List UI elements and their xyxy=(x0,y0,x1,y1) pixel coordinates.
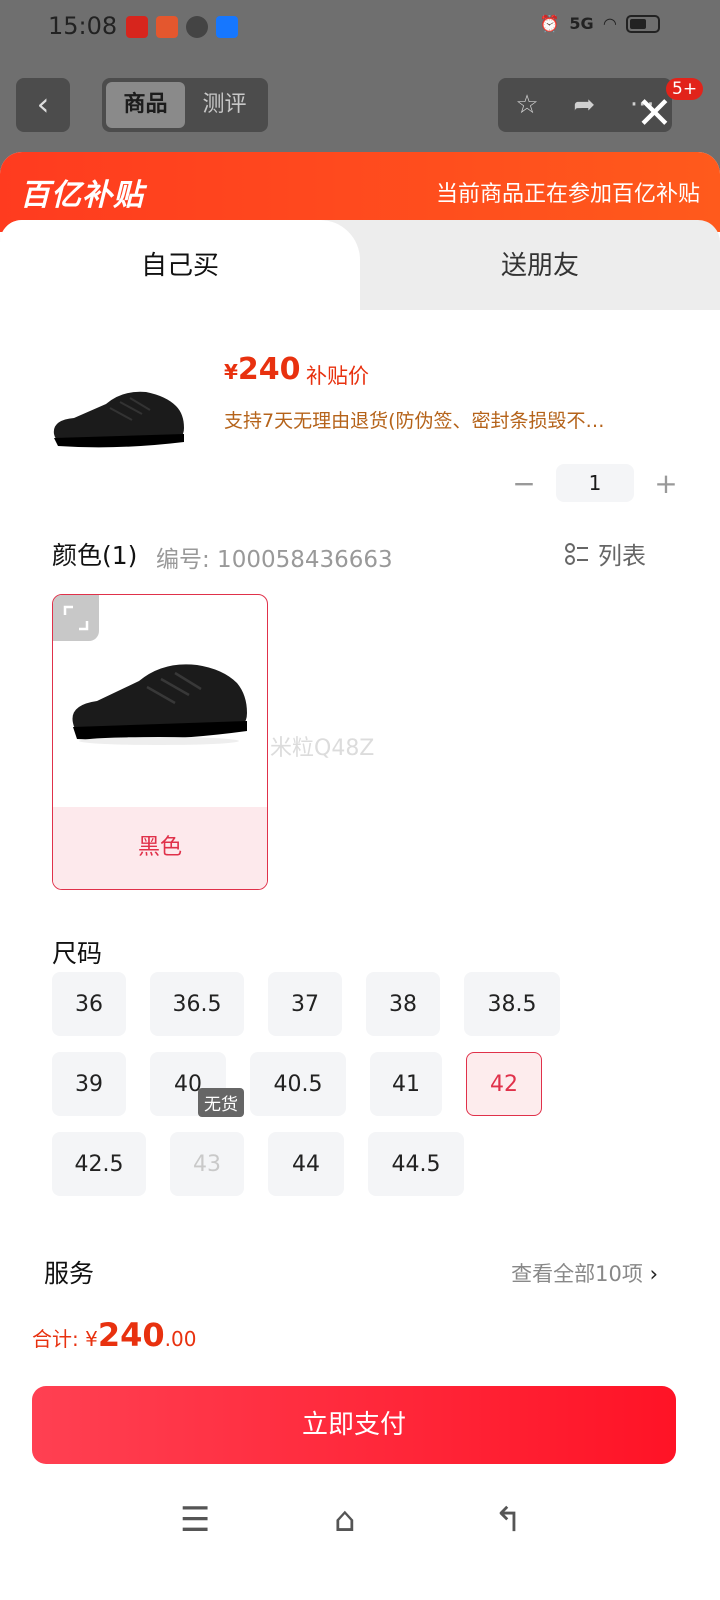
status-time: 15:08 xyxy=(48,12,118,40)
alarm-icon: ⏰ xyxy=(539,14,560,33)
total-decimal: .00 xyxy=(164,1327,197,1351)
close-icon: ✕ xyxy=(636,88,673,139)
subsidy-price: ¥240 xyxy=(224,352,301,387)
alipay-icon xyxy=(216,16,238,38)
list-label: 列表 xyxy=(598,542,646,570)
total-price: 合计: ¥240.00 xyxy=(32,1316,196,1354)
size-option[interactable]: 37 xyxy=(268,972,342,1036)
back-button[interactable]: ‹ xyxy=(16,78,70,132)
color-option-image xyxy=(72,664,247,745)
subsidy-logo: 百亿补贴 xyxy=(20,178,144,213)
pay-now-button[interactable]: 立即支付 xyxy=(32,1386,676,1464)
color-option-label: 黑色 xyxy=(53,807,267,889)
size-option[interactable]: 44.5 xyxy=(368,1132,464,1196)
list-icon xyxy=(565,542,588,565)
subsidy-message: 当前商品正在参加百亿补贴 xyxy=(435,182,700,207)
increase-button[interactable]: + xyxy=(648,467,684,500)
chevron-right-icon: › xyxy=(649,1262,658,1286)
star-icon[interactable]: ☆ xyxy=(515,90,538,120)
status-bar: 15:08 ⏰ 5G ◠ xyxy=(0,0,720,56)
return-policy-text: 支持7天无理由退货(防伪签、密封条损毁不… xyxy=(224,410,605,432)
battery-icon xyxy=(626,14,660,33)
status-indicators: ⏰ 5G ◠ xyxy=(539,14,660,33)
size-option[interactable]: 41 xyxy=(370,1052,442,1116)
watermark-text: 米粒Q48Z xyxy=(270,736,375,761)
size-option[interactable]: 36 xyxy=(52,972,126,1036)
size-option[interactable]: 44 xyxy=(268,1132,344,1196)
size-option-sold-out[interactable]: 43 xyxy=(170,1132,244,1196)
quantity-value[interactable]: 1 xyxy=(556,464,634,502)
top-nav: ‹ 商品 测评 ☆ ➦ ··· 5+ ✕ xyxy=(0,78,720,136)
menu-icon[interactable]: ☰ xyxy=(180,1500,210,1540)
notification-icons xyxy=(126,16,238,38)
home-icon[interactable]: ⌂ xyxy=(334,1500,356,1540)
price-value: 240 xyxy=(237,352,301,387)
back-nav-icon[interactable]: ↰ xyxy=(494,1500,523,1540)
buy-tabs: 自己买 送朋友 xyxy=(0,220,720,320)
close-button[interactable]: ✕ xyxy=(636,92,673,136)
size-option[interactable]: 42.5 xyxy=(52,1132,146,1196)
total-label: 合计: xyxy=(32,1327,86,1351)
system-nav-bar: ☰ ⌂ ↰ xyxy=(0,1500,720,1560)
service-view-all[interactable]: 查看全部10项 › xyxy=(511,1258,658,1288)
service-more-label: 查看全部10项 xyxy=(511,1262,643,1286)
product-thumbnail xyxy=(53,391,185,448)
size-option[interactable]: 36.5 xyxy=(150,972,244,1036)
size-title: 尺码 xyxy=(52,939,103,968)
product-code: 编号: 100058436663 xyxy=(156,547,393,573)
tab-product[interactable]: 商品 xyxy=(106,82,185,128)
options-card: ¥240 补贴价 支持7天无理由退货(防伪签、密封条损毁不… − 1 + 颜色(… xyxy=(20,322,702,1442)
size-option[interactable]: 40.5 xyxy=(250,1052,346,1116)
size-option-selected[interactable]: 42 xyxy=(466,1052,542,1116)
list-view-toggle[interactable]: 列表 xyxy=(564,536,646,571)
app-notification-icon xyxy=(186,16,208,38)
app-notification-icon xyxy=(126,16,148,38)
price-label: 补贴价 xyxy=(306,364,369,388)
service-title: 服务 xyxy=(44,1259,95,1288)
share-icon[interactable]: ➦ xyxy=(573,90,595,120)
expand-glyph xyxy=(63,605,89,631)
nav-tabs: 商品 测评 xyxy=(102,78,268,132)
sold-out-badge: 无货 xyxy=(198,1088,244,1117)
tab-review[interactable]: 测评 xyxy=(185,82,264,128)
quantity-stepper: − 1 + xyxy=(506,464,684,502)
network-label: 5G xyxy=(569,14,594,33)
color-title: 颜色(1) xyxy=(52,541,138,570)
chevron-left-icon: ‹ xyxy=(36,85,50,123)
color-option-black[interactable]: 黑色 xyxy=(52,594,268,890)
app-notification-icon xyxy=(156,16,178,38)
tab-buy-self[interactable]: 自己买 xyxy=(0,220,360,320)
tab-gift-friend[interactable]: 送朋友 xyxy=(360,220,720,310)
total-currency: ¥ xyxy=(85,1327,98,1351)
checkout-footer: 合计: ¥240.00 立即支付 ☰ ⌂ ↰ xyxy=(0,1288,720,1600)
size-option[interactable]: 38.5 xyxy=(464,972,560,1036)
size-option[interactable]: 38 xyxy=(366,972,440,1036)
wifi-icon: ◠ xyxy=(603,14,616,33)
total-integer: 240 xyxy=(97,1316,165,1354)
currency-symbol: ¥ xyxy=(224,360,238,384)
decrease-button[interactable]: − xyxy=(506,467,542,500)
size-option[interactable]: 39 xyxy=(52,1052,126,1116)
expand-icon[interactable] xyxy=(53,595,99,641)
